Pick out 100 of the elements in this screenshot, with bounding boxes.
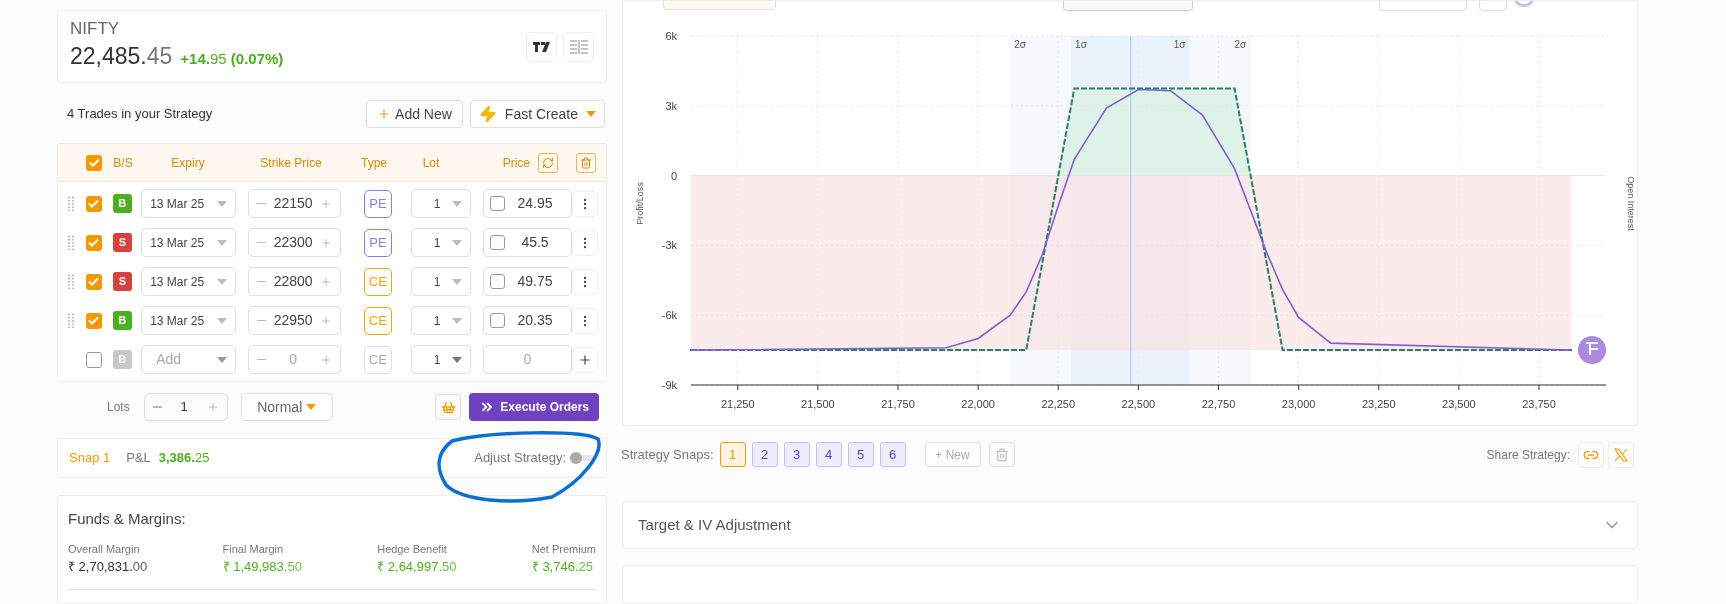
refresh-prices-button[interactable] [538, 152, 558, 173]
add-new-button[interactable]: Add New [366, 100, 463, 128]
minus-icon[interactable] [257, 241, 267, 244]
plus-icon[interactable] [320, 314, 333, 327]
minus-icon[interactable] [152, 406, 162, 408]
table-list-icon [569, 39, 588, 54]
caret-icon [452, 200, 462, 207]
price-field[interactable]: 24.95 [483, 189, 572, 218]
more-button[interactable] [572, 268, 598, 295]
axis-tick-label: -6k [661, 309, 677, 322]
basket-button[interactable] [435, 394, 462, 420]
expiry-dropdown[interactable]: 13 Mar 25 [141, 306, 237, 335]
x-share-button[interactable] [1608, 441, 1634, 468]
minus-icon[interactable] [257, 202, 267, 205]
axis-tick-label: 23,250 [1361, 398, 1396, 410]
expiry-dropdown[interactable]: 13 Mar 25 [141, 267, 237, 296]
expiry-dropdown[interactable]: 13 Mar 25 [141, 228, 237, 257]
more-button[interactable] [572, 307, 598, 334]
drag-handle-icon[interactable] [67, 234, 74, 251]
section-header[interactable]: Target & IV Adjustment [622, 500, 1638, 550]
checkbox[interactable] [85, 351, 102, 368]
margin-value: ₹ 2,64,997.50 [377, 558, 457, 576]
plus-icon[interactable] [320, 275, 333, 288]
expiry-dropdown[interactable]: 13 Mar 25 [141, 189, 237, 218]
snap-tab[interactable]: 5 [847, 442, 874, 468]
execute-orders-button[interactable]: Execute Orders [469, 393, 599, 421]
snap-tab[interactable]: 2 [751, 442, 778, 468]
delete-snap-button[interactable] [988, 442, 1015, 468]
side-badge[interactable]: S [112, 272, 132, 291]
delete-all-button[interactable] [576, 152, 596, 173]
fast-create-button[interactable]: Fast Create [469, 100, 605, 128]
lot-dropdown[interactable]: 1 [410, 228, 471, 257]
minus-icon[interactable] [257, 280, 267, 283]
plus-icon[interactable] [320, 353, 333, 366]
sigma-label: 2σ [1014, 39, 1026, 50]
adjust-strategy-toggle[interactable] [570, 455, 595, 461]
option-type-badge[interactable]: PE [363, 189, 392, 218]
more-button[interactable] [572, 229, 598, 256]
price-checkbox[interactable] [490, 196, 505, 211]
lot-dropdown[interactable]: 1 [410, 345, 471, 374]
lot-dropdown[interactable]: 1 [410, 306, 471, 335]
checkbox[interactable] [85, 273, 102, 290]
checkbox[interactable] [85, 195, 102, 212]
strike-stepper[interactable]: 22300 [248, 228, 342, 257]
plus-icon[interactable] [320, 197, 333, 210]
axis-tick-label: 3k [665, 99, 677, 112]
axis-title: Open Interest [1626, 176, 1636, 231]
more-button[interactable] [572, 190, 598, 217]
axis-tick-label: 23,750 [1522, 398, 1556, 410]
price-field[interactable]: 20.35 [483, 306, 572, 335]
axis-tick-label: 22,500 [1121, 398, 1156, 410]
x-logo-icon [1614, 447, 1628, 462]
drag-handle-icon[interactable] [67, 312, 74, 329]
axis-tick-label: 22,250 [1041, 398, 1076, 410]
add-row-button[interactable] [572, 346, 598, 373]
price-checkbox[interactable] [490, 313, 505, 328]
caret-icon [452, 239, 462, 246]
minus-icon[interactable] [257, 319, 267, 322]
expiry-value: 13 Mar 25 [150, 234, 205, 252]
axis-tick-label: 21,250 [720, 398, 755, 410]
price-field[interactable]: 45.5 [483, 228, 572, 257]
snap-tab[interactable]: 3 [783, 442, 810, 468]
price-field[interactable]: 49.75 [483, 267, 572, 296]
snap-tab[interactable]: 4 [815, 442, 842, 468]
lots-stepper[interactable]: 1 [143, 393, 228, 421]
order-type-dropdown[interactable]: Normal [240, 393, 333, 421]
plus-icon[interactable] [320, 236, 333, 249]
side-badge[interactable]: S [112, 233, 132, 252]
axis-tick-label: 23,000 [1281, 398, 1316, 410]
strike-stepper[interactable]: 22950 [248, 306, 342, 335]
lot-dropdown[interactable]: 1 [410, 189, 471, 218]
strike-stepper[interactable]: 22150 [248, 189, 342, 218]
trash-icon [994, 447, 1009, 462]
funds-title: Funds & Margins: [68, 509, 187, 529]
option-chain-button[interactable] [563, 31, 594, 62]
axis-title: Profit/Loss [635, 182, 645, 225]
drag-handle-icon[interactable] [67, 273, 74, 290]
plus-icon[interactable] [206, 401, 219, 413]
strike-value: 22950 [273, 311, 313, 330]
checkbox[interactable] [86, 154, 102, 171]
strike-stepper[interactable]: 22800 [248, 267, 342, 296]
minus-icon[interactable] [257, 358, 267, 361]
checkbox[interactable] [85, 312, 102, 329]
chart-logo-button[interactable] [526, 31, 557, 62]
price-checkbox[interactable] [490, 274, 505, 289]
index-price: 22,485.45 [70, 42, 173, 72]
copy-link-button[interactable] [1578, 441, 1604, 468]
share-strategy-label: Share Strategy: [1486, 446, 1570, 464]
sigma-label: 1σ [1075, 39, 1087, 50]
price-checkbox[interactable] [490, 235, 505, 250]
checkbox[interactable] [85, 234, 102, 251]
option-type-badge[interactable]: PE [363, 228, 392, 257]
lot-dropdown[interactable]: 1 [410, 267, 471, 296]
plus-icon [578, 352, 592, 367]
caret-icon [217, 317, 228, 324]
logo-badge-icon[interactable] [1578, 336, 1606, 364]
drag-handle-icon[interactable] [67, 195, 74, 212]
column-header: Type [360, 154, 388, 172]
axis-tick-label: -3k [661, 239, 677, 252]
snap-tab[interactable]: 6 [879, 442, 906, 468]
